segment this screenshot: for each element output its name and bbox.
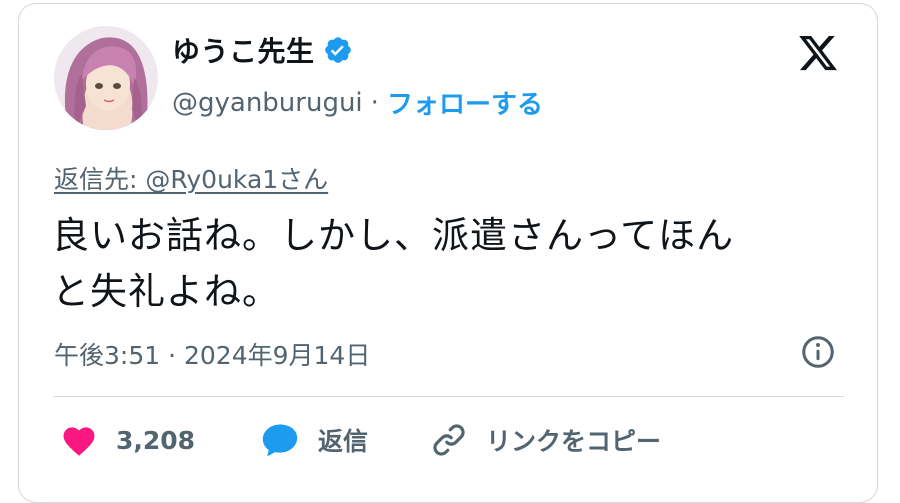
divider bbox=[54, 396, 844, 397]
like-count: 3,208 bbox=[116, 425, 196, 455]
follow-button[interactable]: フォローする bbox=[387, 84, 543, 121]
copy-link-button[interactable]: リンクをコピー bbox=[430, 418, 661, 462]
author-name-row: ゆうこ先生 bbox=[172, 30, 353, 70]
reply-to-link[interactable]: 返信先: @Ry0uka1さん bbox=[54, 160, 328, 196]
link-icon bbox=[433, 424, 465, 456]
tweet-text: 良いお話ね。しかし、派遣さんってほん と失礼よね。 bbox=[52, 208, 852, 320]
handle-separator: · bbox=[370, 87, 379, 118]
tweet-timestamp[interactable]: 午後3:51 · 2024年9月14日 bbox=[54, 336, 370, 372]
reply-label: 返信 bbox=[318, 427, 369, 456]
tweet-text-line-2: と失礼よね。 bbox=[52, 270, 280, 313]
reply-button[interactable]: 返信 bbox=[260, 418, 368, 462]
author-handle-row: @gyanburugui · フォローする bbox=[172, 84, 543, 121]
avatar[interactable] bbox=[54, 26, 158, 130]
info-icon[interactable] bbox=[800, 334, 836, 370]
action-bar: 3,208 返信 リンクをコピー bbox=[54, 418, 844, 462]
x-logo-icon[interactable] bbox=[796, 32, 840, 74]
like-button[interactable]: 3,208 bbox=[60, 418, 195, 462]
verified-badge-icon bbox=[324, 37, 351, 63]
heart-icon bbox=[63, 427, 95, 456]
copy-link-label: リンクをコピー bbox=[486, 427, 662, 456]
reply-bubble-icon bbox=[262, 424, 298, 457]
display-name[interactable]: ゆうこ先生 bbox=[172, 30, 315, 70]
author-handle[interactable]: @gyanburugui bbox=[172, 88, 363, 118]
tweet-text-line-1: 良いお話ね。しかし、派遣さんってほん bbox=[52, 214, 735, 257]
